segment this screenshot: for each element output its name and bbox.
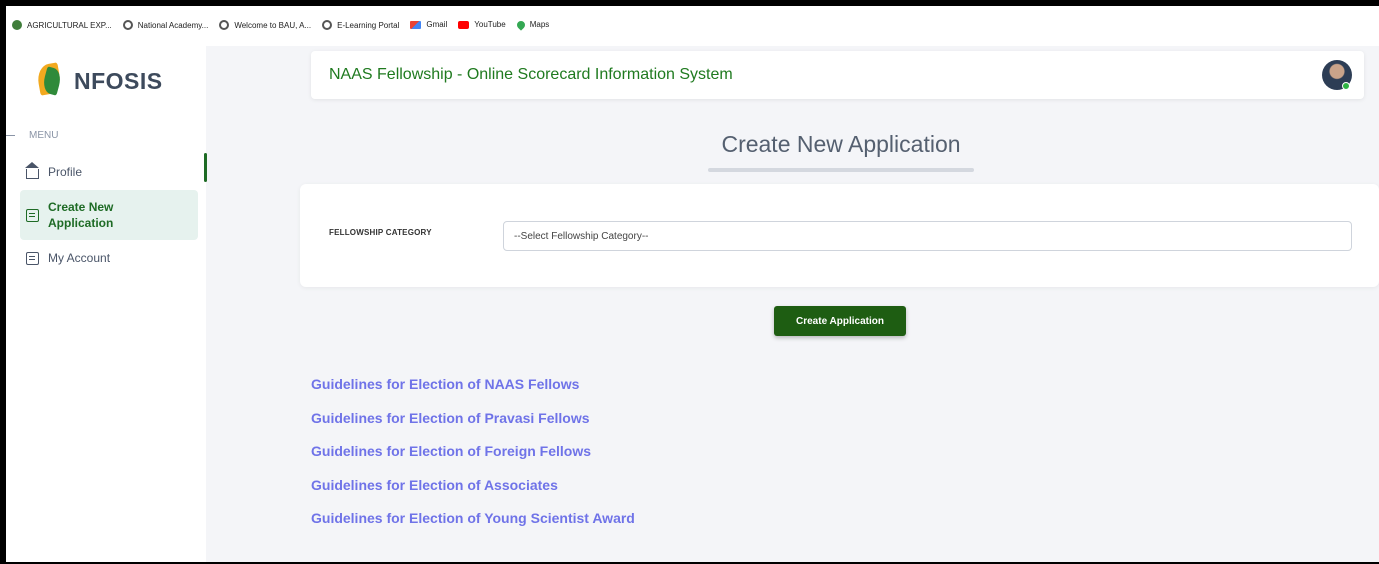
bookmark-label: E-Learning Portal <box>337 20 400 30</box>
guideline-link-naas-fellows[interactable]: Guidelines for Election of NAAS Fellows <box>311 376 635 392</box>
guideline-link-young-scientist[interactable]: Guidelines for Election of Young Scienti… <box>311 510 635 526</box>
guideline-link-pravasi-fellows[interactable]: Guidelines for Election of Pravasi Fello… <box>311 410 635 426</box>
bookmark-gmail[interactable]: Gmail <box>410 20 447 29</box>
bookmark-label: National Academy... <box>137 20 209 30</box>
guideline-link-associates[interactable]: Guidelines for Election of Associates <box>311 477 635 493</box>
document-icon <box>26 251 39 265</box>
bookmarks-bar: AGRICULTURAL EXP... National Academy... … <box>6 6 1379 46</box>
sidebar-item-label: My Account <box>48 251 111 265</box>
bookmark-youtube[interactable]: YouTube <box>458 20 506 29</box>
active-indicator <box>204 153 207 182</box>
bookmark-elearning[interactable]: E-Learning Portal <box>322 20 399 30</box>
bookmark-label: Maps <box>529 20 550 29</box>
nfosis-logo-icon <box>35 62 64 100</box>
browser-viewport: AGRICULTURAL EXP... National Academy... … <box>6 6 1379 562</box>
guideline-link-foreign-fellows[interactable]: Guidelines for Election of Foreign Fello… <box>311 443 635 459</box>
bookmark-label: Welcome to BAU, A... <box>234 20 312 30</box>
globe-icon <box>219 20 230 30</box>
bookmark-maps[interactable]: Maps <box>515 18 550 31</box>
fellowship-category-label: FELLOWSHIP CATEGORY <box>329 228 432 237</box>
leaf-icon <box>12 20 22 30</box>
select-value: --Select Fellowship Category-- <box>514 230 649 242</box>
create-application-button[interactable]: Create Application <box>774 306 906 336</box>
bookmark-label: AGRICULTURAL EXP... <box>27 20 112 30</box>
sidebar-item-label: Profile <box>48 165 83 179</box>
header-title: NAAS Fellowship - Online Scorecard Infor… <box>329 66 733 83</box>
form-card: FELLOWSHIP CATEGORY --Select Fellowship … <box>300 184 1379 287</box>
fellowship-category-select[interactable]: --Select Fellowship Category-- <box>503 221 1352 251</box>
menu-section-label: MENU <box>6 116 206 154</box>
sidebar: NFOSIS MENU Profile Create New Applicati… <box>6 46 206 562</box>
bookmark-national-academy[interactable]: National Academy... <box>122 20 209 30</box>
sidebar-item-create-new-application[interactable]: Create New Application <box>20 190 198 240</box>
home-icon <box>25 161 39 179</box>
bookmark-label: Gmail <box>426 20 448 29</box>
sidebar-item-profile[interactable]: Profile <box>20 154 198 190</box>
gmail-icon <box>410 20 422 29</box>
bookmark-agricultural[interactable]: AGRICULTURAL EXP... <box>12 20 112 30</box>
online-status-dot <box>1342 82 1350 90</box>
maps-icon <box>515 18 527 31</box>
document-icon <box>26 208 39 222</box>
bookmark-label: YouTube <box>474 20 506 29</box>
page-title: Create New Application <box>721 131 961 157</box>
youtube-icon <box>458 20 470 29</box>
sidebar-item-label: Create New Application <box>48 199 114 230</box>
app-header: NAAS Fellowship - Online Scorecard Infor… <box>311 51 1364 99</box>
globe-icon <box>122 20 133 30</box>
globe-icon <box>322 20 333 30</box>
brand-name: NFOSIS <box>74 67 163 94</box>
brand[interactable]: NFOSIS <box>6 46 206 116</box>
guidelines-list: Guidelines for Election of NAAS Fellows … <box>311 376 635 544</box>
sidebar-item-my-account[interactable]: My Account <box>20 240 198 276</box>
bookmark-bau[interactable]: Welcome to BAU, A... <box>219 20 311 30</box>
title-underline <box>708 168 974 172</box>
